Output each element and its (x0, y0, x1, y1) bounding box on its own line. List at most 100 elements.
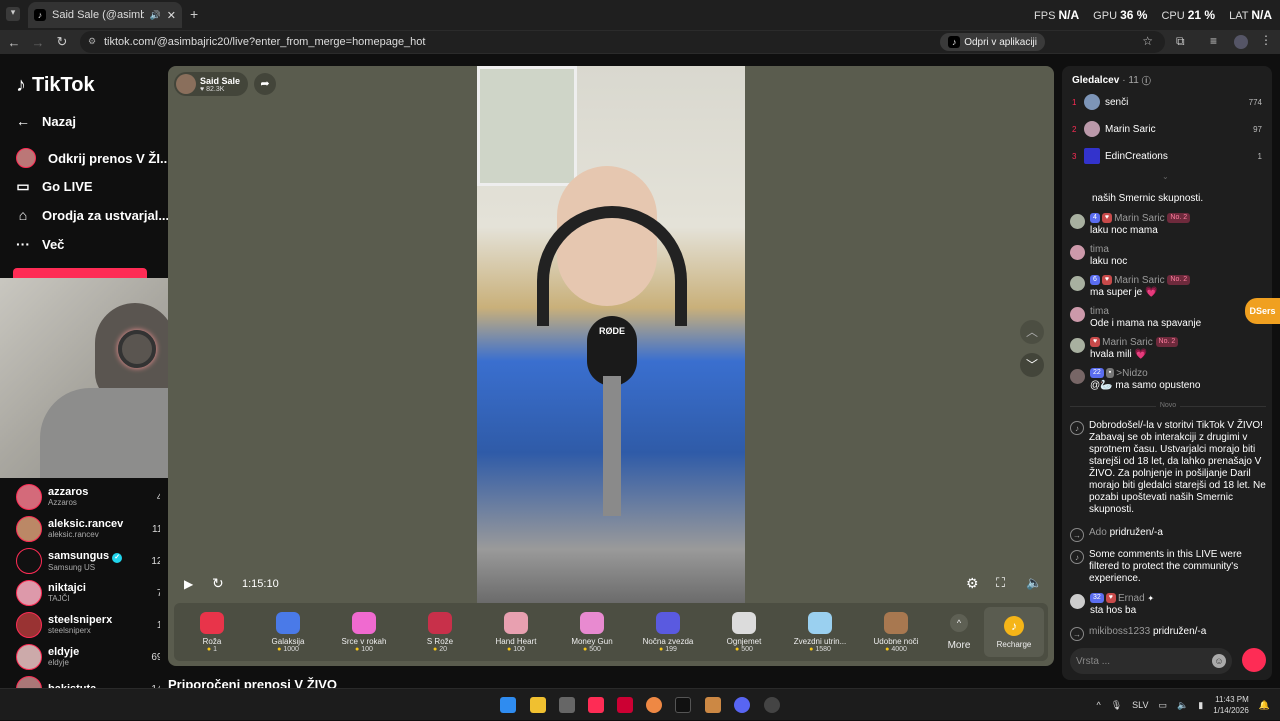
gift-item[interactable]: Roža1 (174, 611, 250, 653)
chat-username[interactable]: Marin Saric (1102, 337, 1153, 348)
microphone-icon[interactable]: 🎙 (1111, 700, 1122, 711)
gift-item[interactable]: Galaksija1000 (250, 611, 326, 653)
browser-tab[interactable]: ♪ Said Sale (@asimbajric20) je 🔊 ✕ (28, 2, 182, 28)
url-bar[interactable]: ⚙ tiktok.com/@asimbajric20/live?enter_fr… (80, 31, 1165, 53)
terminal-icon[interactable] (675, 697, 691, 713)
share-icon[interactable]: ➦ (254, 73, 276, 95)
chevron-up-icon[interactable]: ︿ (1020, 320, 1044, 344)
expand-ranking-icon[interactable]: ⌄ (1162, 172, 1169, 181)
tiktok-note-icon: ♪ (1070, 421, 1084, 435)
language-indicator[interactable]: SLV (1132, 700, 1148, 710)
more-label: More (947, 639, 971, 651)
reload-icon[interactable]: ↻ (50, 34, 74, 50)
viewers-header[interactable]: Gledalcev · 11 ⓘ (1072, 74, 1151, 87)
gift-button[interactable] (1242, 648, 1266, 672)
open-in-app-button[interactable]: ♪ Odpri v aplikaciji (940, 33, 1045, 51)
following-item[interactable]: bakistuta 148 (16, 674, 160, 688)
tiktok-studio-icon[interactable] (617, 697, 633, 713)
ranking-name: EdinCreations (1105, 150, 1168, 162)
following-item[interactable]: eldyjeeldyje 690 (16, 642, 160, 672)
discord-icon[interactable] (734, 697, 750, 713)
chat-username[interactable]: Ernad (1118, 593, 1145, 604)
browser-menu-icon[interactable]: ⋮ (1260, 33, 1272, 47)
ranking-row[interactable]: 1 senči 774 (1072, 92, 1262, 112)
steam-icon[interactable] (764, 697, 780, 713)
gift-item[interactable]: Udobne noči4000 (858, 611, 934, 653)
chat-text: hvala mili 💗 (1090, 349, 1147, 360)
tab-search-icon[interactable]: ▾ (6, 7, 20, 21)
streamer-info[interactable]: Said Sale ♥ 82.3K (174, 72, 249, 96)
settings-icon[interactable]: ⚙ (966, 575, 979, 592)
sidebar-item-creator-tools[interactable]: ⌂ Orodja za ustvarjal... (16, 207, 169, 223)
sidebar-item-go-live[interactable]: ▭ Go LIVE (16, 178, 92, 195)
tiktok-app-icon[interactable] (588, 697, 604, 713)
gift-item[interactable]: Zvezdni utrin...1580 (782, 611, 858, 653)
gift-item[interactable]: Nočna zvezda199 (630, 611, 706, 653)
play-icon[interactable]: ▶ (184, 577, 193, 591)
forward-arrow-icon[interactable]: → (26, 35, 50, 50)
system-message: ♪ Dobrodošel/-la v storitvi TikTok V ŽIVO… (1070, 420, 1266, 516)
tiktok-logo[interactable]: ♪ TikTok (16, 74, 95, 97)
dsers-extension-button[interactable]: DSers (1245, 298, 1280, 324)
following-item[interactable]: niktajciTAJČI 76 (16, 578, 160, 608)
network-icon[interactable]: ▭ (1159, 700, 1168, 711)
logo-text: TikTok (32, 74, 95, 96)
chat-username[interactable]: Ado (1089, 527, 1107, 538)
file-explorer-icon[interactable] (530, 697, 546, 713)
tray-overflow-icon[interactable]: ^ (1096, 700, 1100, 710)
ranking-row[interactable]: 2 Marin Saric 97 (1072, 119, 1262, 139)
gift-item[interactable]: Money Gun500 (554, 611, 630, 653)
chat-input[interactable]: Vrsta ... ☺ (1070, 648, 1232, 674)
tab-audio-icon[interactable]: 🔊 (150, 10, 161, 21)
chat-username[interactable]: mikiboss1233 (1089, 626, 1150, 637)
battery-icon[interactable]: ▮ (1198, 700, 1203, 711)
gift-more-button[interactable]: ^ More (934, 613, 984, 651)
snipping-tool-icon[interactable] (559, 697, 575, 713)
chat-text: laku noc mama (1090, 225, 1158, 236)
refresh-icon[interactable]: ↻ (212, 575, 224, 592)
chat-message: 6 ♥ Marin Saric No. 2 ma super je 💗 (1070, 275, 1266, 299)
live-video[interactable]: RØDE (477, 66, 745, 603)
video-camera-icon: ▭ (16, 178, 30, 194)
tab-close-icon[interactable]: ✕ (167, 9, 176, 22)
gift-item[interactable]: Hand Heart100 (478, 611, 554, 653)
recharge-button[interactable]: ♪ Recharge (984, 607, 1044, 657)
following-item[interactable]: samsungus ✓ Samsung US 121 (16, 546, 160, 576)
gift-item[interactable]: Srce v rokah100 (326, 611, 402, 653)
chrome-icon[interactable] (646, 697, 662, 713)
ranking-name: Marin Saric (1105, 123, 1156, 135)
emoji-icon[interactable]: ☺ (1212, 654, 1226, 668)
window-background (477, 66, 577, 186)
extensions-icon[interactable]: ⧉ (1176, 34, 1185, 49)
volume-icon[interactable]: 🔈 (1026, 575, 1042, 591)
notification-bell-icon[interactable]: 🔔 (1259, 700, 1270, 711)
bookmark-star-icon[interactable]: ☆ (1142, 34, 1153, 48)
speaker-icon[interactable]: 🔈 (1177, 700, 1188, 711)
chevron-down-icon[interactable]: ﹀ (1020, 353, 1044, 377)
sidebar-item-more[interactable]: ··· Več (16, 236, 64, 252)
new-tab-button[interactable]: + (190, 6, 198, 22)
windows-start-icon[interactable] (500, 697, 516, 713)
site-info-icon[interactable]: ⚙ (88, 36, 96, 47)
sidebar-item-discover[interactable]: Odkrij prenos V ŽI... (16, 148, 171, 168)
chat-username[interactable]: Marin Saric (1114, 275, 1165, 286)
profile-avatar[interactable] (1234, 35, 1248, 49)
gift-item[interactable]: Ognjemet500 (706, 611, 782, 653)
chat-username[interactable]: tima (1090, 244, 1266, 256)
back-arrow-icon[interactable]: ← (2, 35, 26, 50)
chat-username[interactable]: Marin Saric (1114, 213, 1165, 224)
clock[interactable]: 11:43 PM 1/14/2026 (1213, 694, 1249, 716)
media-controls-icon[interactable]: ≡ (1210, 34, 1217, 48)
chat-username[interactable]: tima (1090, 306, 1266, 318)
following-item[interactable]: azzarosAzzaros 45 (16, 482, 160, 512)
following-item[interactable]: steelsniperxsteelsniperx 17 (16, 610, 160, 640)
following-item[interactable]: aleksic.rancevaleksic.rancev 119 (16, 514, 160, 544)
game-launcher-icon[interactable] (705, 697, 721, 713)
fullscreen-icon[interactable]: ⛶ (996, 575, 1005, 591)
ranking-row[interactable]: 3 EdinCreations 1 (1072, 146, 1262, 166)
help-icon[interactable]: ⓘ (1142, 74, 1151, 87)
gift-item[interactable]: S Rože20 (402, 611, 478, 653)
following-name: niktajci (48, 582, 86, 594)
back-link[interactable]: ← Nazaj (16, 113, 76, 129)
chat-username[interactable]: >Nidzo (1116, 368, 1147, 379)
